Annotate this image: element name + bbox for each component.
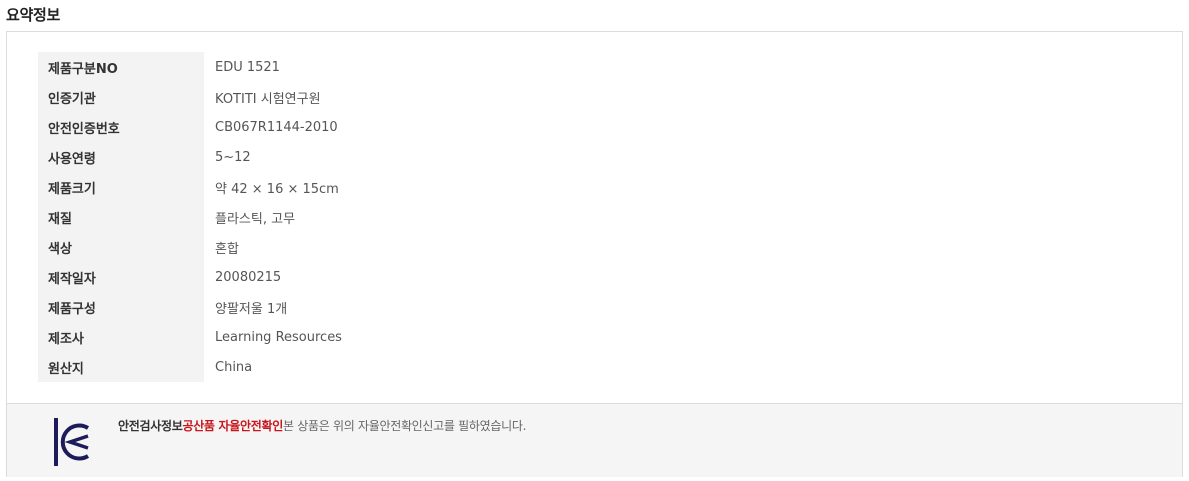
- spec-table: 제품구분NO EDU 1521 인증기관 KOTITI 시험연구원 안전인증번호 CB…: [38, 52, 342, 382]
- kc-notice: 안전검사정보공산품 자율안전확인본 상품은 위의 자율안전확인신고를 필하였습니…: [118, 417, 526, 434]
- table-row: 제품구분NO EDU 1521: [38, 52, 342, 82]
- kc-safety-footer: 안전검사정보공산품 자율안전확인본 상품은 위의 자율안전확인신고를 필하였습니…: [7, 403, 1182, 477]
- table-row: 색상 혼합: [38, 232, 342, 262]
- table-row: 재질 플라스틱, 고무: [38, 202, 342, 232]
- table-row: 안전인증번호 CB067R1144-2010: [38, 112, 342, 142]
- row-label: 재질: [38, 202, 204, 232]
- table-row: 제품구성 양팔저울 1개: [38, 292, 342, 322]
- row-label: 제품크기: [38, 172, 204, 202]
- row-label: 색상: [38, 232, 204, 262]
- table-row: 사용연령 5~12: [38, 142, 342, 172]
- kc-label: 안전검사정보: [118, 419, 183, 433]
- row-label: 제품구성: [38, 292, 204, 322]
- row-label: 사용연령: [38, 142, 204, 172]
- row-value: 양팔저울 1개: [215, 301, 288, 317]
- kc-self-check-link[interactable]: 공산품 자율안전확인: [182, 419, 283, 433]
- kc-mark-icon: [53, 416, 91, 468]
- row-label: 제품구분NO: [38, 52, 204, 82]
- row-value: KOTITI 시험연구원: [215, 91, 321, 107]
- summary-box: 제품구분NO EDU 1521 인증기관 KOTITI 시험연구원 안전인증번호 CB…: [6, 31, 1183, 477]
- table-row: 제조사 Learning Resources: [38, 322, 342, 352]
- row-value: 플라스틱, 고무: [215, 211, 296, 227]
- row-label: 제조사: [38, 322, 204, 352]
- kc-description: 본 상품은 위의 자율안전확인신고를 필하였습니다.: [283, 419, 527, 433]
- row-value: CB067R1144-2010: [215, 119, 338, 135]
- table-row: 원산지 China: [38, 352, 342, 382]
- row-label: 인증기관: [38, 82, 204, 112]
- row-value: 20080215: [215, 269, 282, 285]
- row-label: 원산지: [38, 352, 204, 382]
- table-row: 제작일자 20080215: [38, 262, 342, 292]
- row-label: 제작일자: [38, 262, 204, 292]
- row-value: China: [215, 359, 253, 375]
- table-row: 제품크기 약 42 × 16 × 15cm: [38, 172, 342, 202]
- row-value: 5~12: [215, 149, 251, 165]
- row-value: 약 42 × 16 × 15cm: [215, 181, 339, 197]
- row-value: Learning Resources: [215, 329, 342, 345]
- section-title: 요약정보: [6, 6, 61, 24]
- row-value: EDU 1521: [215, 59, 280, 75]
- table-row: 인증기관 KOTITI 시험연구원: [38, 82, 342, 112]
- row-label: 안전인증번호: [38, 112, 204, 142]
- row-value: 혼합: [215, 241, 239, 257]
